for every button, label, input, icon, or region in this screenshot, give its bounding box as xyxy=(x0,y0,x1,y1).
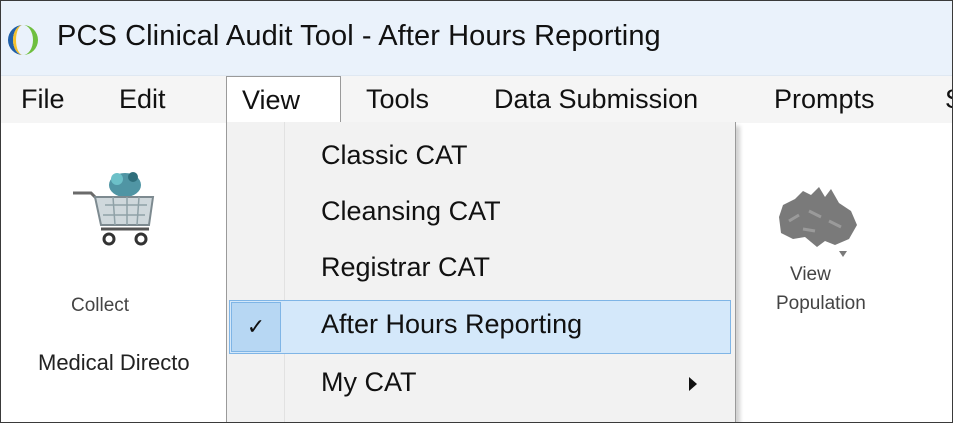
window-title: PCS Clinical Audit Tool - After Hours Re… xyxy=(57,20,661,52)
menu-view[interactable]: View xyxy=(226,76,341,124)
menu-item-cleansing-cat[interactable]: Cleansing CAT xyxy=(229,187,731,241)
menu-data-submission[interactable]: Data Submission xyxy=(494,76,698,123)
menu-tools[interactable]: Tools xyxy=(366,76,429,123)
collect-label[interactable]: Collect xyxy=(71,295,129,317)
menu-bar: File Edit View Tools Data Submission Pro… xyxy=(1,76,952,124)
menu-item-label: My CAT xyxy=(321,367,417,397)
menu-item-label: Registrar CAT xyxy=(321,252,491,282)
menu-item-classic-cat[interactable]: Classic CAT xyxy=(229,131,731,185)
menu-item-label: Cleansing CAT xyxy=(321,196,501,226)
menu-item-registrar-cat[interactable]: Registrar CAT xyxy=(229,243,731,297)
title-bar: PCS Clinical Audit Tool - After Hours Re… xyxy=(1,1,952,76)
menu-file[interactable]: File xyxy=(21,76,65,123)
toolbar-group-label: Medical Directo xyxy=(38,350,190,375)
view-population-label-line1[interactable]: View xyxy=(790,264,831,286)
view-dropdown-menu: Classic CAT Cleansing CAT Registrar CAT … xyxy=(226,122,736,422)
app-window: PCS Clinical Audit Tool - After Hours Re… xyxy=(0,0,953,423)
menu-truncated[interactable]: S xyxy=(945,76,952,123)
menu-item-after-hours-reporting[interactable]: ✓ After Hours Reporting xyxy=(229,300,731,354)
menu-item-label: Classic CAT xyxy=(321,140,468,170)
menu-item-label: After Hours Reporting xyxy=(321,309,583,339)
submenu-arrow-icon xyxy=(689,377,697,391)
app-logo-icon xyxy=(8,25,38,55)
view-population-label-line2[interactable]: Population xyxy=(776,293,866,315)
menu-prompts[interactable]: Prompts xyxy=(774,76,875,123)
shopping-cart-icon[interactable] xyxy=(65,159,163,251)
menu-item-my-cat[interactable]: My CAT xyxy=(229,358,731,412)
menu-edit[interactable]: Edit xyxy=(119,76,166,123)
checkmark-icon: ✓ xyxy=(231,302,281,352)
australia-map-icon[interactable] xyxy=(769,181,865,257)
